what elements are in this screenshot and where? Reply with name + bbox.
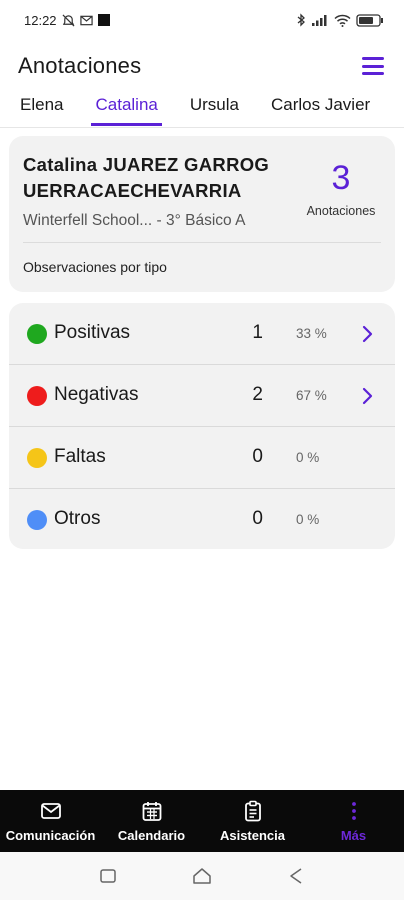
type-row-otros: Otros 0 0 %: [9, 489, 395, 549]
blue-dot-icon: [27, 510, 47, 530]
type-count: 2: [252, 384, 263, 405]
tab-carlos-javier[interactable]: Carlos Javier: [267, 92, 374, 126]
green-dot-icon: [27, 324, 47, 344]
signal-icon: [311, 14, 329, 27]
chevron-right-icon[interactable]: [361, 324, 375, 344]
alarm-off-icon: [62, 14, 75, 27]
nav-label: Comunicación: [5, 828, 96, 843]
card-divider: [23, 242, 381, 243]
type-percent: 0 %: [296, 450, 320, 465]
tab-catalina[interactable]: Catalina: [91, 92, 163, 126]
chevron-right-icon[interactable]: [361, 386, 375, 406]
type-row-faltas: Faltas 0 0 %: [9, 427, 395, 489]
calendar-icon: [142, 802, 161, 821]
section-label: Observaciones por tipo: [23, 259, 167, 275]
type-percent: 67 %: [296, 388, 327, 403]
type-percent: 0 %: [296, 512, 320, 527]
annotation-count-box: 3 Anotaciones: [299, 158, 383, 218]
mail-icon: [40, 803, 61, 819]
more-vertical-icon: [351, 802, 356, 820]
type-percent: 33 %: [296, 326, 327, 341]
observation-type-list: Positivas 1 33 % Negativas 2 67 % Faltas…: [9, 303, 395, 549]
type-label: Faltas: [54, 446, 106, 467]
type-label: Positivas: [54, 322, 131, 343]
nav-mas[interactable]: Más: [303, 790, 404, 852]
battery-icon: [356, 13, 384, 27]
yellow-dot-icon: [27, 448, 47, 468]
tab-ursula[interactable]: Ursula: [186, 92, 243, 126]
student-tabs: Elena Catalina Ursula Carlos Javier: [0, 92, 404, 128]
status-right: [296, 13, 384, 27]
status-left: 12:22: [24, 13, 110, 28]
clipboard-icon: [244, 800, 261, 822]
tab-elena[interactable]: Elena: [16, 92, 67, 126]
app-header: Anotaciones: [0, 46, 404, 86]
type-row-positivas[interactable]: Positivas 1 33 %: [9, 303, 395, 365]
status-time: 12:22: [24, 12, 57, 28]
type-label: Negativas: [54, 384, 139, 405]
system-navigation: [0, 852, 404, 900]
wifi-icon: [334, 14, 351, 27]
nav-label: Calendario: [117, 828, 186, 843]
annotation-count-label: Anotaciones: [306, 204, 376, 218]
home-icon[interactable]: [190, 864, 214, 888]
bluetooth-icon: [296, 13, 306, 27]
red-dot-icon: [27, 386, 47, 406]
type-count: 0: [252, 508, 263, 529]
school-course: Winterfell School... - 3° Básico A: [23, 212, 246, 229]
type-label: Otros: [54, 508, 101, 529]
nav-label: Asistencia: [219, 828, 286, 843]
mail-icon: [79, 15, 93, 26]
back-icon[interactable]: [284, 864, 308, 888]
nav-calendario[interactable]: Calendario: [101, 790, 202, 852]
student-name: Catalina JUAREZ GARROG UERRACAECHEVARRIA: [23, 154, 270, 201]
annotation-count: 3: [331, 159, 351, 197]
nav-label: Más: [340, 828, 367, 843]
nav-asistencia[interactable]: Asistencia: [202, 790, 303, 852]
status-bar: 12:22: [0, 0, 404, 40]
type-count: 0: [252, 446, 263, 467]
hamburger-menu-icon[interactable]: [360, 55, 386, 77]
page-title: Anotaciones: [18, 53, 142, 78]
student-summary-card: Catalina JUAREZ GARROG UERRACAECHEVARRIA…: [9, 136, 395, 292]
type-row-negativas[interactable]: Negativas 2 67 %: [9, 365, 395, 427]
bottom-navigation: Comunicación Calendario Asistencia Más: [0, 790, 404, 852]
type-count: 1: [252, 322, 263, 343]
square-icon: [97, 14, 110, 26]
recents-icon[interactable]: [96, 864, 120, 888]
nav-comunicacion[interactable]: Comunicación: [0, 790, 101, 852]
